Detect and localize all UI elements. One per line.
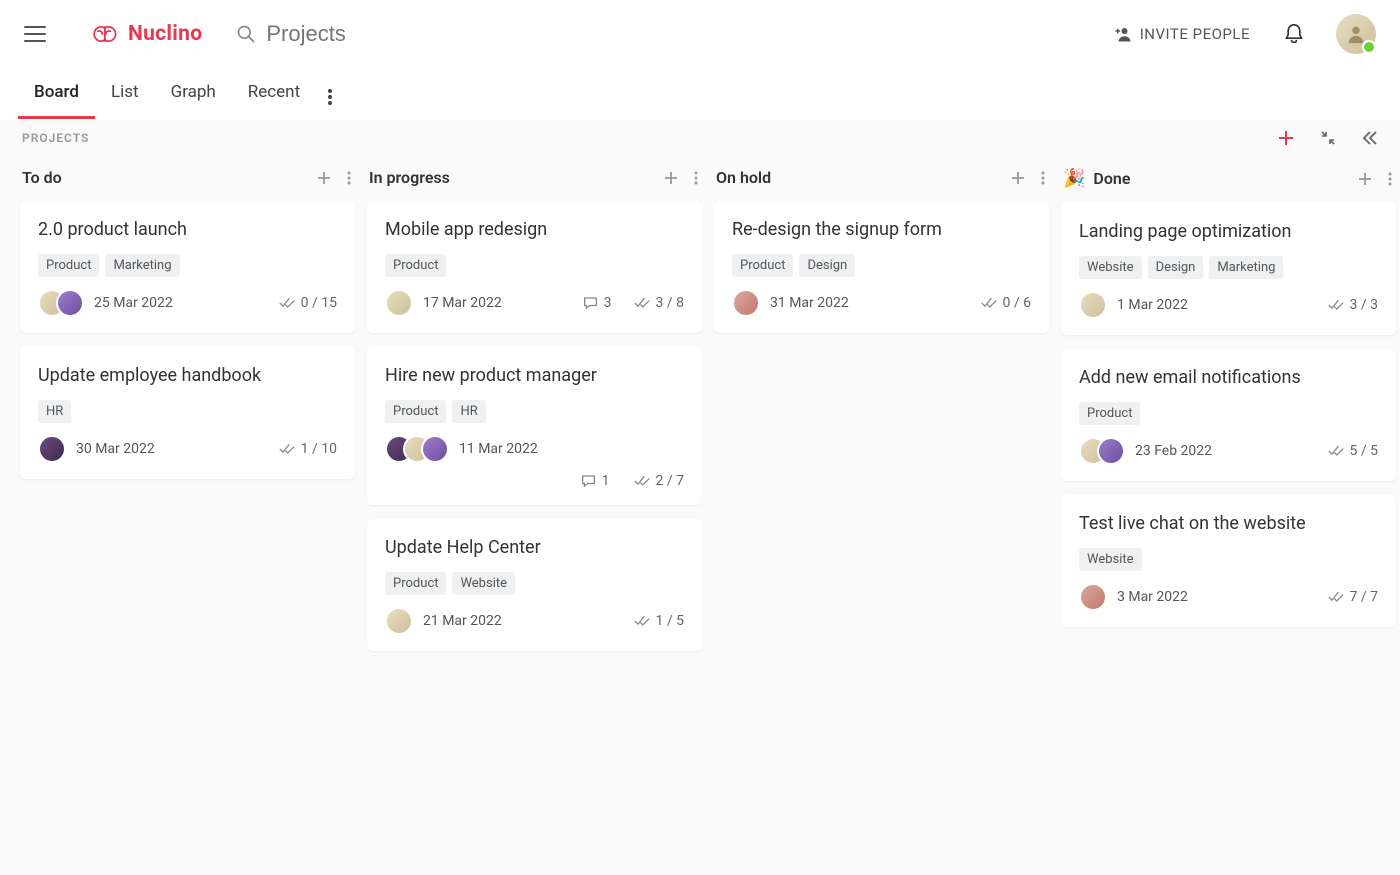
card-date: 25 Mar 2022 bbox=[94, 295, 173, 311]
column-in-progress: In progress Mobile app redesign Product 17 … bbox=[367, 162, 702, 665]
add-column-button[interactable] bbox=[1278, 130, 1294, 146]
tag: Design bbox=[799, 254, 855, 277]
card-title: Hire new product manager bbox=[385, 365, 684, 386]
invite-people-button[interactable]: INVITE PEOPLE bbox=[1114, 25, 1250, 43]
column-to-do: To do2.0 product launchProductMarketing2… bbox=[20, 162, 355, 665]
add-card-button[interactable] bbox=[1358, 172, 1372, 186]
checklist-progress: 1 / 5 bbox=[634, 613, 684, 629]
column-title: On hold bbox=[716, 168, 771, 187]
tag: Website bbox=[452, 572, 515, 595]
add-card-button[interactable] bbox=[664, 171, 678, 185]
assignee-avatar bbox=[38, 435, 66, 463]
card[interactable]: 2.0 product launch Product Marketing 25 Mar… bbox=[20, 201, 355, 333]
search-input[interactable] bbox=[266, 21, 506, 47]
card[interactable]: Update employee handbook HR 30 Mar 2022 1 /… bbox=[20, 347, 355, 479]
person-add-icon bbox=[1114, 26, 1132, 42]
column-title: 🎉Done bbox=[1063, 168, 1130, 189]
card-title: 2.0 product launch bbox=[38, 219, 337, 240]
column-more-icon[interactable] bbox=[347, 171, 351, 185]
card[interactable]: Re-design the signup form Product Design 31… bbox=[714, 201, 1049, 333]
tabs-more-icon[interactable] bbox=[316, 75, 344, 119]
checklist-progress: 7 / 7 bbox=[1328, 589, 1378, 605]
card-date: 30 Mar 2022 bbox=[76, 441, 155, 457]
tag: HR bbox=[38, 400, 71, 423]
checklist-progress: 2 / 7 bbox=[634, 473, 684, 489]
invite-people-label: INVITE PEOPLE bbox=[1140, 25, 1250, 43]
card[interactable]: Mobile app redesign Product 17 Mar 2022 3 3 … bbox=[367, 201, 702, 333]
checklist-progress: 0 / 15 bbox=[279, 295, 337, 311]
column-more-icon[interactable] bbox=[1388, 172, 1392, 186]
card-date: 31 Mar 2022 bbox=[770, 295, 849, 311]
card[interactable]: Update Help Center Product Website 21 Mar 2… bbox=[367, 519, 702, 651]
card[interactable]: Hire new product manager Product HR 11 Mar … bbox=[367, 347, 702, 505]
column-done: 🎉Done Landing page optimization Website Des… bbox=[1061, 162, 1396, 665]
card[interactable]: Test live chat on the website Website 3 Ma… bbox=[1061, 495, 1396, 627]
logo-text: Nuclino bbox=[128, 22, 202, 46]
tag: Marketing bbox=[105, 254, 179, 277]
search-icon[interactable] bbox=[236, 24, 256, 44]
card-title: Add new email notifications bbox=[1079, 367, 1378, 388]
checklist-progress: 5 / 5 bbox=[1328, 443, 1378, 459]
board-title: PROJECTS bbox=[22, 131, 89, 145]
card[interactable]: Add new email notifications Product 23 Feb… bbox=[1061, 349, 1396, 481]
tab-recent[interactable]: Recent bbox=[232, 68, 316, 119]
comments-count: 1 bbox=[581, 473, 610, 489]
tag: Website bbox=[1079, 548, 1142, 571]
hide-panel-icon[interactable] bbox=[1362, 131, 1378, 145]
card[interactable]: Landing page optimization Website DesignMa… bbox=[1061, 203, 1396, 335]
assignee-avatar bbox=[421, 435, 449, 463]
column-title: To do bbox=[22, 168, 62, 187]
tag: Marketing bbox=[1209, 256, 1283, 279]
assignee-avatar bbox=[385, 289, 413, 317]
tag: Product bbox=[1079, 402, 1140, 425]
assignee-avatar bbox=[56, 289, 84, 317]
card-date: 17 Mar 2022 bbox=[423, 295, 502, 311]
tag: Product bbox=[38, 254, 99, 277]
card-title: Test live chat on the website bbox=[1079, 513, 1378, 534]
card-date: 3 Mar 2022 bbox=[1117, 589, 1188, 605]
tag: Design bbox=[1148, 256, 1204, 279]
user-avatar[interactable] bbox=[1336, 14, 1376, 54]
menu-icon[interactable] bbox=[24, 26, 46, 42]
assignee-avatar bbox=[1079, 291, 1107, 319]
tag: Product bbox=[732, 254, 793, 277]
tag: Product bbox=[385, 400, 446, 423]
column-emoji: 🎉 bbox=[1063, 168, 1085, 189]
checklist-progress: 1 / 10 bbox=[279, 441, 337, 457]
checklist-progress: 3 / 8 bbox=[634, 295, 684, 311]
assignee-avatar bbox=[1097, 437, 1125, 465]
card-date: 21 Mar 2022 bbox=[423, 613, 502, 629]
collapse-icon[interactable] bbox=[1320, 130, 1336, 146]
logo[interactable]: Nuclino bbox=[88, 22, 202, 46]
tag: Product bbox=[385, 254, 446, 277]
tag: HR bbox=[452, 400, 485, 423]
assignee-avatar bbox=[385, 607, 413, 635]
checklist-progress: 0 / 6 bbox=[981, 295, 1031, 311]
brain-icon bbox=[88, 22, 120, 46]
card-title: Landing page optimization bbox=[1079, 221, 1378, 242]
tab-board[interactable]: Board bbox=[18, 68, 95, 119]
assignee-avatar bbox=[732, 289, 760, 317]
tab-list[interactable]: List bbox=[95, 68, 155, 119]
assignee-avatar bbox=[1079, 583, 1107, 611]
column-more-icon[interactable] bbox=[1041, 171, 1045, 185]
card-title: Update employee handbook bbox=[38, 365, 337, 386]
add-card-button[interactable] bbox=[317, 171, 331, 185]
checklist-progress: 3 / 3 bbox=[1328, 297, 1378, 313]
card-date: 11 Mar 2022 bbox=[459, 441, 538, 457]
column-on-hold: On hold Re-design the signup form Product D… bbox=[714, 162, 1049, 665]
card-title: Re-design the signup form bbox=[732, 219, 1031, 240]
card-title: Update Help Center bbox=[385, 537, 684, 558]
tag: Website bbox=[1079, 256, 1142, 279]
tab-graph[interactable]: Graph bbox=[155, 68, 232, 119]
card-date: 23 Feb 2022 bbox=[1135, 443, 1212, 459]
column-title: In progress bbox=[369, 168, 450, 187]
bell-icon[interactable] bbox=[1284, 23, 1304, 45]
add-card-button[interactable] bbox=[1011, 171, 1025, 185]
tag: Product bbox=[385, 572, 446, 595]
card-date: 1 Mar 2022 bbox=[1117, 297, 1188, 313]
column-more-icon[interactable] bbox=[694, 171, 698, 185]
comments-count: 3 bbox=[583, 295, 612, 311]
card-title: Mobile app redesign bbox=[385, 219, 684, 240]
